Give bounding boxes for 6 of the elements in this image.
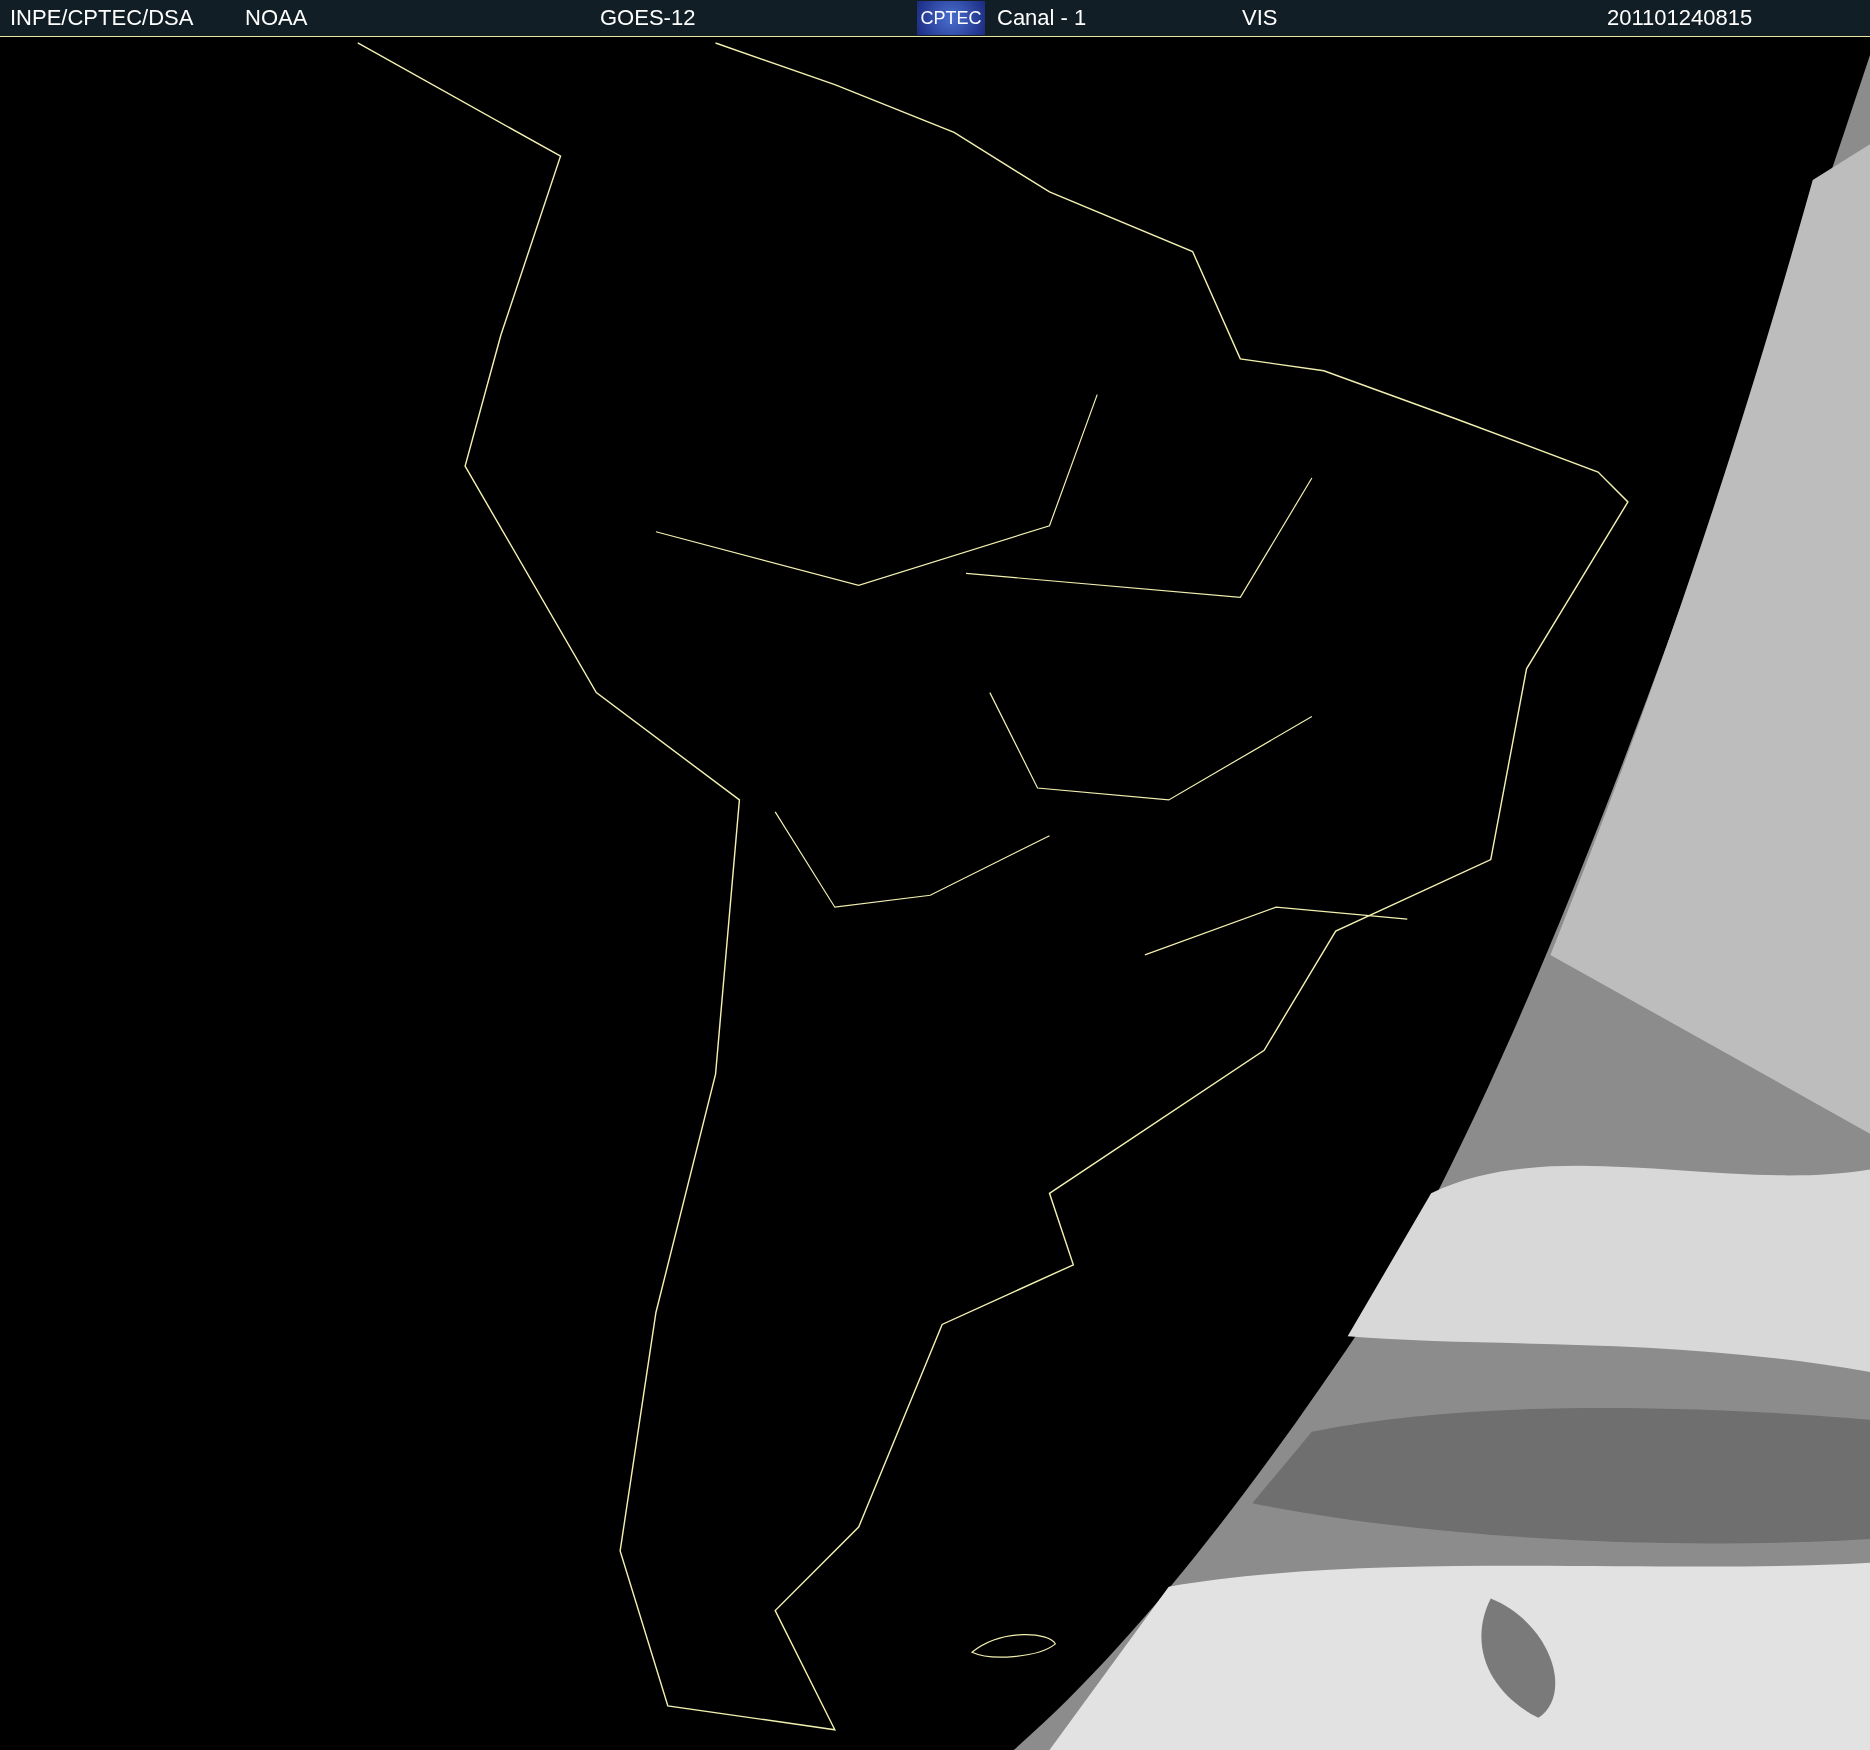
header-label: INPE/CPTEC/DSA (10, 5, 194, 31)
header-label: GOES-12 (600, 5, 696, 31)
header-label: NOAA (245, 5, 308, 31)
header-label: Canal - 1 (997, 5, 1087, 31)
header-label: VIS (1242, 5, 1278, 31)
header-label: 201101240815 (1607, 5, 1753, 31)
